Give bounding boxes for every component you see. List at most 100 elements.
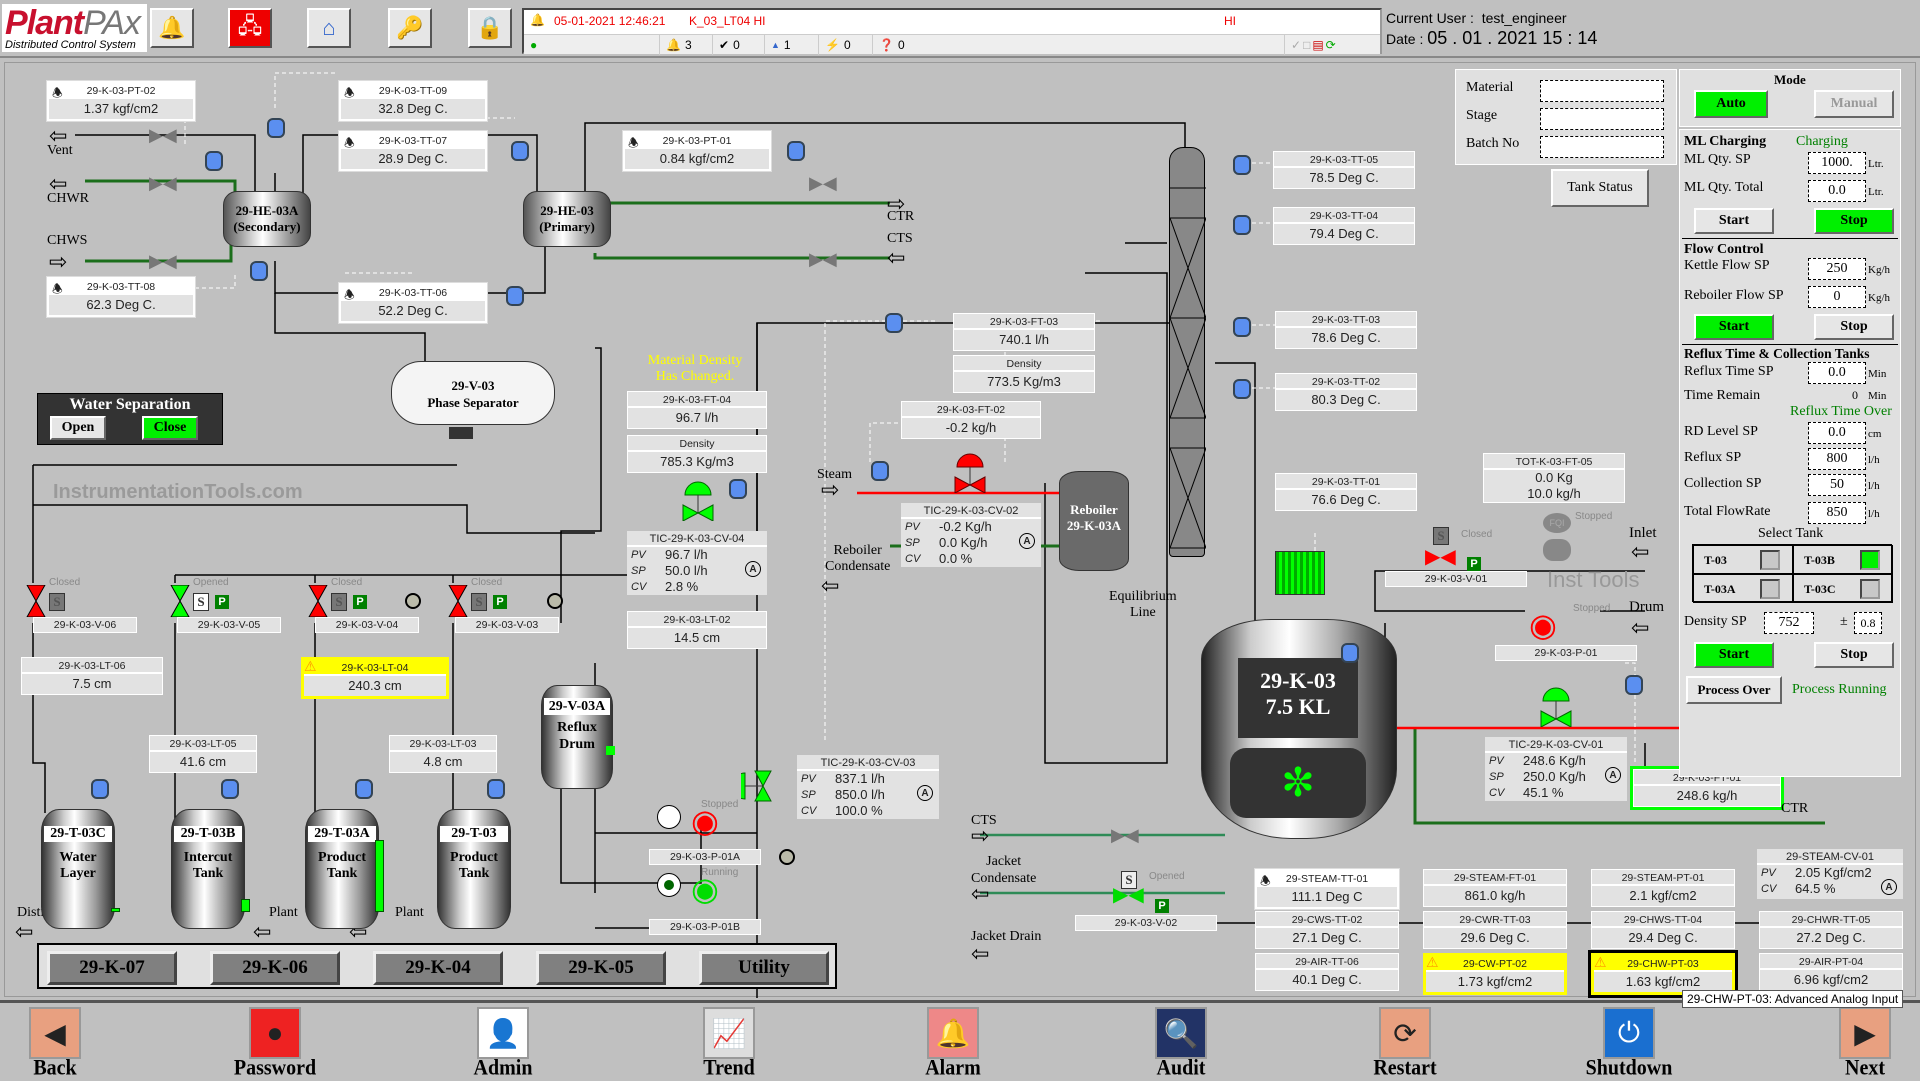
total-flowrate-field[interactable]: 850 <box>1808 502 1866 524</box>
process-over-button[interactable]: Process Over <box>1686 676 1782 704</box>
water-sep-close-button[interactable]: Close <box>142 416 198 440</box>
ack-button-icon[interactable]: ✓ <box>1291 38 1301 52</box>
nav-shutdown-button[interactable]: ⏻ Shutdown <box>1574 1007 1684 1080</box>
nav-back-button[interactable]: ◀ Back <box>0 1007 110 1080</box>
area-tab-29-k-04[interactable]: 29-K-04 <box>373 951 503 985</box>
transmitter-icon[interactable] <box>205 151 223 171</box>
ml-qty-sp-field[interactable]: 1000. <box>1808 152 1866 174</box>
reflux-sp-field[interactable]: 800 <box>1808 448 1866 470</box>
transmitter-icon[interactable] <box>871 461 889 481</box>
indicator-pt02[interactable]: 🕭 29-K-03-PT-02 1.37 kgf/cm2 <box>47 81 195 121</box>
indicator-ft02[interactable]: 29-K-03-FT-02 -0.2 kg/h <box>901 401 1041 439</box>
nav-next-button[interactable]: ▶ Next <box>1810 1007 1920 1080</box>
control-valve-cv04[interactable] <box>681 481 715 522</box>
valve-v02-icon[interactable]: ▶◀ <box>1113 885 1144 905</box>
transmitter-icon[interactable] <box>787 141 805 161</box>
area-tab-utility[interactable]: Utility <box>699 951 829 985</box>
transmitter-icon[interactable] <box>885 313 903 333</box>
manual-mode-button[interactable]: Manual <box>1814 90 1894 118</box>
valve-tag[interactable]: 29-K-03-V-06 <box>33 617 137 633</box>
transmitter-icon[interactable] <box>1233 317 1251 337</box>
reflux-start-button[interactable]: Start <box>1694 642 1774 668</box>
steam-controller-cv01[interactable]: 29-STEAM-CV-01 PV 2.05 Kgf/cm2 CV 64.5 % A <box>1757 849 1903 899</box>
indicator-lt06[interactable]: 29-K-03-LT-06 7.5 cm <box>21 657 163 695</box>
area-tab-29-k-07[interactable]: 29-K-07 <box>47 951 177 985</box>
tank-valve-icon[interactable] <box>447 584 469 618</box>
reflux-stop-button[interactable]: Stop <box>1814 642 1894 668</box>
storage-tank[interactable]: 29-T-03B Intercut Tank <box>171 809 250 929</box>
home-button[interactable]: ⌂ <box>307 8 351 48</box>
indicator-density-2[interactable]: Density 785.3 Kg/m3 <box>627 435 767 473</box>
indicator-tt02[interactable]: 29-K-03-TT-02 80.3 Deg C. <box>1275 373 1417 411</box>
indicator-ft03[interactable]: 29-K-03-FT-03 740.1 l/h <box>953 313 1095 351</box>
ml-start-button[interactable]: Start <box>1694 208 1774 234</box>
stage-field[interactable] <box>1540 108 1664 130</box>
storage-tank[interactable]: 29-T-03 Product Tank <box>437 809 511 929</box>
density-tolerance-field[interactable]: 0.8 <box>1854 612 1882 634</box>
indicator-lt05[interactable]: 29-K-03-LT-05 41.6 cm <box>149 735 257 773</box>
utility-indicator[interactable]: 29-CHWS-TT-04 29.4 Deg C. <box>1591 911 1735 949</box>
transmitter-icon[interactable] <box>267 118 285 138</box>
storage-tank[interactable]: 29-T-03A Product Tank <box>305 809 384 929</box>
utility-indicator[interactable]: 29-CWS-TT-02 27.1 Deg C. <box>1255 911 1399 949</box>
controller-cv04[interactable]: TIC-29-K-03-CV-04 PV 96.7 l/h SP 50.0 l/h … <box>627 531 767 595</box>
exchanger-he03a[interactable]: 29-HE-03A (Secondary) <box>223 191 311 247</box>
transmitter-icon[interactable] <box>729 479 747 499</box>
network-status-button[interactable]: 🖧 <box>228 8 272 48</box>
material-field[interactable] <box>1540 80 1664 102</box>
hand-valve-vent[interactable]: ▶◀ <box>149 125 177 146</box>
batch-no-field[interactable] <box>1540 136 1664 158</box>
hand-valve-chwr[interactable]: ▶◀ <box>149 173 177 194</box>
valve-tag[interactable]: 29-K-03-V-04 <box>315 617 419 633</box>
hand-valve-ctr[interactable]: ▶◀ <box>809 173 837 194</box>
utility-indicator[interactable]: ⚠ 29-CW-PT-02 1.73 kgf/cm2 <box>1423 953 1567 995</box>
transmitter-icon[interactable] <box>355 779 373 799</box>
flow-stop-button[interactable]: Stop <box>1814 314 1894 340</box>
tank-status-button[interactable]: Tank Status <box>1551 169 1649 207</box>
valve-v01-icon[interactable]: ▶◀ <box>1425 547 1456 567</box>
pump-p01-icon[interactable]: ◉ <box>1529 609 1557 641</box>
controller-cv01[interactable]: TIC-29-K-03-CV-01 PV 248.6 Kg/h SP 250.0 K… <box>1485 737 1627 801</box>
logout-button[interactable]: 🔒 <box>468 8 512 48</box>
reboiler-vessel[interactable]: Reboiler 29-K-03A <box>1059 471 1129 571</box>
alarm-list-icon[interactable]: ▤ <box>1312 38 1323 52</box>
tank-select-checkbox[interactable] <box>1760 550 1780 570</box>
hand-valve-chws[interactable]: ▶◀ <box>149 251 177 272</box>
indicator-tt04[interactable]: 29-K-03-TT-04 79.4 Deg C. <box>1273 207 1415 245</box>
transmitter-icon[interactable] <box>1233 215 1251 235</box>
hand-valve-cts[interactable]: ▶◀ <box>809 249 837 270</box>
controller-cv02[interactable]: TIC-29-K-03-CV-02 PV -0.2 Kg/h SP 0.0 Kg/h… <box>901 503 1041 567</box>
pump-p01a-tag[interactable]: 29-K-03-P-01A <box>649 849 761 865</box>
pump-p01b-tag[interactable]: 29-K-03-P-01B <box>649 919 761 935</box>
utility-indicator[interactable]: 29-STEAM-PT-01 2.1 kgf/cm2 <box>1591 869 1735 907</box>
transmitter-icon[interactable] <box>1233 155 1251 175</box>
distillation-column[interactable] <box>1169 147 1207 557</box>
utility-indicator[interactable]: 29-AIR-TT-06 40.1 Deg C. <box>1255 953 1399 991</box>
area-tab-29-k-05[interactable]: 29-K-05 <box>536 951 666 985</box>
indicator-tt07[interactable]: 🕭 29-K-03-TT-07 28.9 Deg C. <box>339 131 487 171</box>
controller-cv03[interactable]: TIC-29-K-03-CV-03 PV 837.1 l/h SP 850.0 l/… <box>797 755 939 819</box>
density-sp-field[interactable]: 752 <box>1764 612 1814 634</box>
indicator-ft04[interactable]: 29-K-03-FT-04 96.7 l/h <box>627 391 767 429</box>
tank-valve-icon[interactable] <box>25 584 47 618</box>
ml-qty-total-field[interactable]: 0.0 <box>1808 180 1866 202</box>
rd-level-sp-field[interactable]: 0.0 <box>1808 422 1866 444</box>
utility-indicator[interactable]: 29-AIR-PT-04 6.96 kgf/cm2 <box>1759 953 1903 991</box>
nav-restart-button[interactable]: ⟳ Restart <box>1350 1007 1460 1080</box>
indicator-lt03[interactable]: 29-K-03-LT-03 4.8 cm <box>389 735 497 773</box>
suppressed-count[interactable]: ⚡ 0 <box>818 35 851 55</box>
indicator-tt09[interactable]: 🕭 29-K-03-TT-09 32.8 Deg C. <box>339 81 487 121</box>
transmitter-icon[interactable] <box>221 779 239 799</box>
area-tab-29-k-06[interactable]: 29-K-06 <box>210 951 340 985</box>
pump-p01-tag[interactable]: 29-K-03-P-01 <box>1495 645 1637 661</box>
valve-tag[interactable]: 29-K-03-V-05 <box>177 617 281 633</box>
active-alarm-count[interactable]: 🔔 3 <box>659 35 692 55</box>
utility-indicator[interactable]: 29-CWR-TT-03 29.6 Deg C. <box>1423 911 1567 949</box>
utility-indicator[interactable]: ⚠ 29-CHW-PT-03 1.63 kgf/cm2 <box>1588 950 1738 998</box>
nav-password-button[interactable]: ● Password <box>220 1007 330 1080</box>
fqi-icon[interactable]: FQI <box>1543 513 1571 533</box>
flow-start-button[interactable]: Start <box>1694 314 1774 340</box>
control-valve-cv03[interactable] <box>731 769 775 803</box>
storage-tank[interactable]: 29-T-03C Water Layer <box>41 809 120 929</box>
transmitter-icon[interactable] <box>1625 675 1643 695</box>
